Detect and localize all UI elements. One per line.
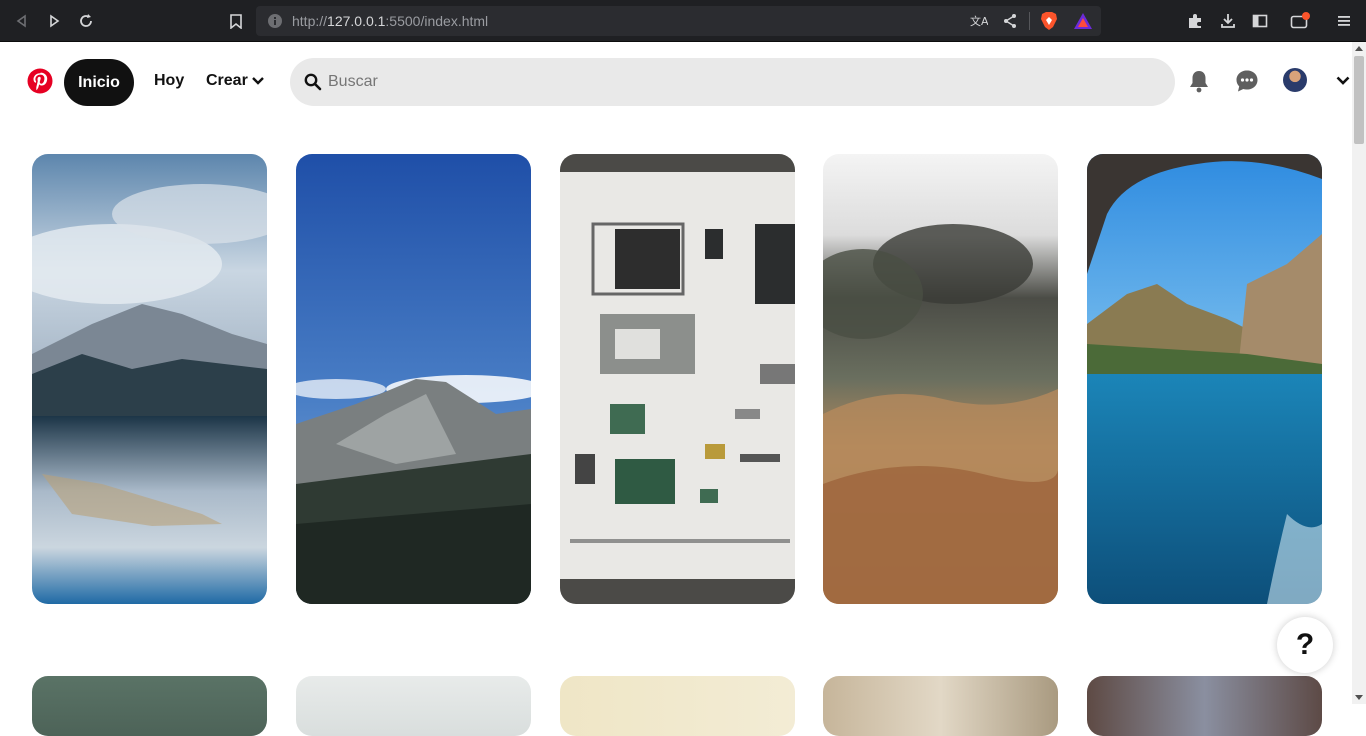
nav-create-label: Crear [206,72,248,89]
nav-today-link[interactable]: Hoy [154,72,184,90]
share-icon[interactable] [1002,13,1018,29]
search-input[interactable] [328,58,1148,106]
pin-dry-grass[interactable] [823,154,1058,604]
scroll-thumb[interactable] [1354,56,1364,144]
scroll-up-icon[interactable] [1355,46,1363,51]
menu-icon[interactable] [1334,11,1354,31]
pin-camera-parts[interactable] [560,154,795,604]
translate-icon[interactable]: 文A [970,13,989,29]
nav-today-label: Hoy [154,72,185,89]
address-bar[interactable]: http://127.0.0.1:5500/index.html 文A [256,6,1101,36]
app-header: Inicio Hoy Crear [0,42,1352,122]
pin-row2-3[interactable] [560,676,795,736]
svg-text:文A: 文A [970,14,988,28]
back-icon[interactable] [12,11,32,31]
url-host: 127.0.0.1 [327,13,386,29]
pin-row2-4[interactable] [823,676,1058,736]
nav-home-label: Inicio [78,73,120,91]
pin-row2-5[interactable] [1087,676,1322,736]
pinterest-logo-icon[interactable] [27,68,53,94]
bookmark-icon[interactable] [226,11,246,31]
info-icon[interactable] [267,13,283,29]
chat-icon[interactable] [1234,68,1260,94]
search-icon [304,73,322,91]
download-icon[interactable] [1218,11,1238,31]
pin-mountain-forest[interactable] [296,154,531,604]
help-label: ? [1295,628,1315,661]
search-bar[interactable] [290,58,1175,106]
page-scrollbar[interactable] [1352,42,1366,704]
help-button[interactable]: ? [1277,617,1333,673]
brave-shield-icon[interactable] [1040,11,1058,31]
bell-icon[interactable] [1186,68,1212,94]
url-text: http://127.0.0.1:5500/index.html [292,13,488,29]
nav-create-dropdown[interactable]: Crear [206,72,264,90]
nav-home-button[interactable]: Inicio [64,59,134,106]
divider [1029,12,1030,30]
extensions-icon[interactable] [1185,11,1205,31]
url-scheme: http:// [292,13,328,29]
forward-icon[interactable] [44,11,64,31]
wallet-icon[interactable] [1290,11,1310,31]
url-path: :5500/index.html [385,13,489,29]
pin-sea-cave[interactable] [1087,154,1322,604]
scroll-down-icon[interactable] [1355,695,1363,700]
sidebar-icon[interactable] [1250,11,1270,31]
browser-toolbar: http://127.0.0.1:5500/index.html 文A [0,0,1366,42]
pin-row2-2[interactable] [296,676,531,736]
avatar[interactable] [1283,68,1307,92]
brave-rewards-icon[interactable] [1073,12,1093,30]
pin-mountain-lake[interactable] [32,154,267,604]
chevron-down-icon [251,72,264,90]
reload-icon[interactable] [76,11,96,31]
pin-row2-1[interactable] [32,676,267,736]
